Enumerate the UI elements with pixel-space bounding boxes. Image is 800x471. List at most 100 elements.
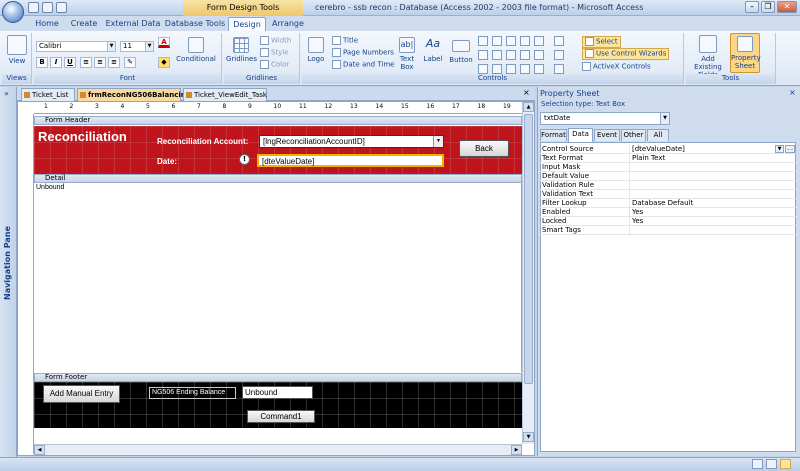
page-numbers-button[interactable]: Page Numbers — [332, 48, 394, 58]
hyperlink-icon[interactable] — [492, 36, 502, 46]
doc-tab-ticket-viewedit-task[interactable]: Ticket_ViewEdit_Task — [183, 88, 267, 101]
control-wizards-button[interactable]: Use Control Wizards — [582, 48, 670, 60]
property-value[interactable]: Plain Text — [629, 154, 794, 163]
chevron-down-icon[interactable]: ▼ — [775, 145, 784, 153]
rectangle-icon[interactable] — [534, 50, 544, 60]
option-group-icon[interactable] — [520, 50, 530, 60]
align-center-icon[interactable]: ≡ — [94, 57, 106, 68]
tab-home[interactable]: Home — [30, 17, 64, 31]
property-value[interactable]: Yes — [629, 217, 794, 226]
property-value[interactable]: [dteValueDate] — [629, 145, 794, 154]
property-value[interactable]: Database Default — [629, 199, 794, 208]
page-break-icon[interactable] — [534, 64, 544, 74]
save-icon[interactable] — [28, 2, 39, 13]
prop-tab-format[interactable]: Format — [540, 129, 567, 141]
maximize-button[interactable]: ❐ — [761, 1, 775, 13]
prop-tab-event[interactable]: Event — [594, 129, 620, 141]
prop-tab-data[interactable]: Data — [568, 128, 593, 142]
warning-icon[interactable]: ! — [239, 154, 250, 165]
vertical-scrollbar[interactable]: ▲ ▼ — [522, 102, 534, 444]
subform-icon[interactable] — [506, 50, 516, 60]
minimize-button[interactable]: – — [745, 1, 759, 13]
doc-tab-ticket-list[interactable]: Ticket_List — [21, 88, 75, 101]
horizontal-scrollbar[interactable]: ◀ ▶ — [34, 444, 522, 455]
property-row[interactable]: Text Format Plain Text — [540, 154, 796, 163]
tab-external-data[interactable]: External Data — [104, 17, 162, 31]
bold-button[interactable]: B — [36, 57, 48, 68]
underline-button[interactable]: U — [64, 57, 76, 68]
gridlines-button[interactable]: Gridlines — [226, 37, 257, 63]
tab-control-icon[interactable] — [478, 36, 488, 46]
list-box-icon[interactable] — [492, 50, 502, 60]
conditional-button[interactable]: Conditional — [174, 37, 218, 63]
command1-button[interactable]: Command1 — [247, 410, 315, 423]
office-button-icon[interactable] — [2, 1, 24, 23]
align-right-icon[interactable]: ≡ — [108, 57, 120, 68]
undo-icon[interactable] — [42, 2, 53, 13]
width-button[interactable]: Width — [260, 36, 291, 46]
property-value[interactable] — [629, 163, 794, 172]
view-button[interactable]: View — [6, 35, 28, 65]
image-icon[interactable] — [520, 64, 530, 74]
font-name-select[interactable]: Calibri ▼ — [36, 41, 116, 52]
close-document-icon[interactable]: × — [523, 88, 530, 97]
logo-button[interactable]: Logo — [304, 37, 328, 63]
add-existing-fields-button[interactable]: Add Existing Fields — [688, 35, 728, 79]
title-button[interactable]: Title — [332, 36, 358, 46]
property-row[interactable]: Locked Yes — [540, 217, 796, 226]
property-row[interactable]: Validation Text — [540, 190, 796, 199]
line-thickness-icon[interactable] — [554, 36, 564, 46]
combo-box-icon[interactable] — [478, 50, 488, 60]
date-time-button[interactable]: Date and Time — [332, 60, 394, 70]
form-header-bar[interactable]: Form Header — [34, 116, 522, 125]
format-painter-icon[interactable]: ✎ — [124, 57, 136, 68]
date-label[interactable]: Date: — [157, 157, 177, 166]
toggle-icon[interactable] — [506, 64, 516, 74]
back-button[interactable]: Back — [459, 140, 509, 157]
close-icon[interactable]: × — [789, 88, 796, 97]
property-row[interactable]: Enabled Yes — [540, 208, 796, 217]
property-row[interactable]: Validation Rule — [540, 181, 796, 190]
font-size-select[interactable]: 11 ▼ — [120, 41, 154, 52]
activex-button[interactable]: ActiveX Controls — [582, 62, 651, 72]
form-view-icon[interactable] — [752, 459, 763, 469]
date-field[interactable]: [dteValueDate] — [257, 154, 444, 167]
label-button[interactable]: Aa Label — [422, 37, 444, 63]
tab-create[interactable]: Create — [66, 17, 102, 31]
color-button[interactable]: Color — [260, 60, 289, 70]
redo-icon[interactable] — [56, 2, 67, 13]
line-type-icon[interactable] — [554, 50, 564, 60]
property-row[interactable]: Default Value — [540, 172, 796, 181]
property-value[interactable] — [629, 172, 794, 181]
prop-tab-other[interactable]: Other — [621, 129, 646, 141]
property-value[interactable] — [629, 190, 794, 199]
ending-balance-field[interactable]: Unbound — [242, 386, 313, 399]
form-title[interactable]: Reconciliation — [38, 129, 127, 144]
ending-balance-label[interactable]: NG506 Ending Balance — [149, 387, 236, 399]
button-button[interactable]: Button — [448, 37, 474, 64]
frame-icon[interactable] — [506, 36, 516, 46]
italic-button[interactable]: I — [50, 57, 62, 68]
fill-color-button[interactable]: ◆ — [158, 57, 170, 68]
detail-bar[interactable]: Detail — [34, 174, 522, 183]
tab-design[interactable]: Design — [228, 17, 266, 31]
design-view-icon[interactable] — [780, 459, 791, 469]
scroll-left-icon[interactable]: ◀ — [34, 445, 45, 455]
layout-view-icon[interactable] — [766, 459, 777, 469]
add-manual-entry-button[interactable]: Add Manual Entry — [43, 385, 120, 403]
prop-tab-all[interactable]: All — [647, 129, 669, 141]
tab-database-tools[interactable]: Database Tools — [164, 17, 226, 31]
line-color-icon[interactable] — [554, 64, 564, 74]
select-button[interactable]: Select — [582, 36, 621, 48]
property-sheet-button[interactable]: Property Sheet — [730, 33, 761, 73]
property-value[interactable] — [629, 226, 794, 235]
property-row[interactable]: Filter Lookup Database Default — [540, 199, 796, 208]
form-footer-bar[interactable]: Form Footer — [34, 373, 522, 382]
doc-tab-frmreconng506balancing[interactable]: frmReconNG506Balancing — [77, 88, 191, 101]
account-combo[interactable]: [lngReconciliationAccountID] ▼ — [259, 135, 444, 148]
account-label[interactable]: Reconciliation Account: — [157, 137, 248, 146]
line-icon[interactable] — [534, 36, 544, 46]
option-button-icon[interactable] — [492, 64, 502, 74]
property-value[interactable]: Yes — [629, 208, 794, 217]
property-value[interactable] — [629, 181, 794, 190]
